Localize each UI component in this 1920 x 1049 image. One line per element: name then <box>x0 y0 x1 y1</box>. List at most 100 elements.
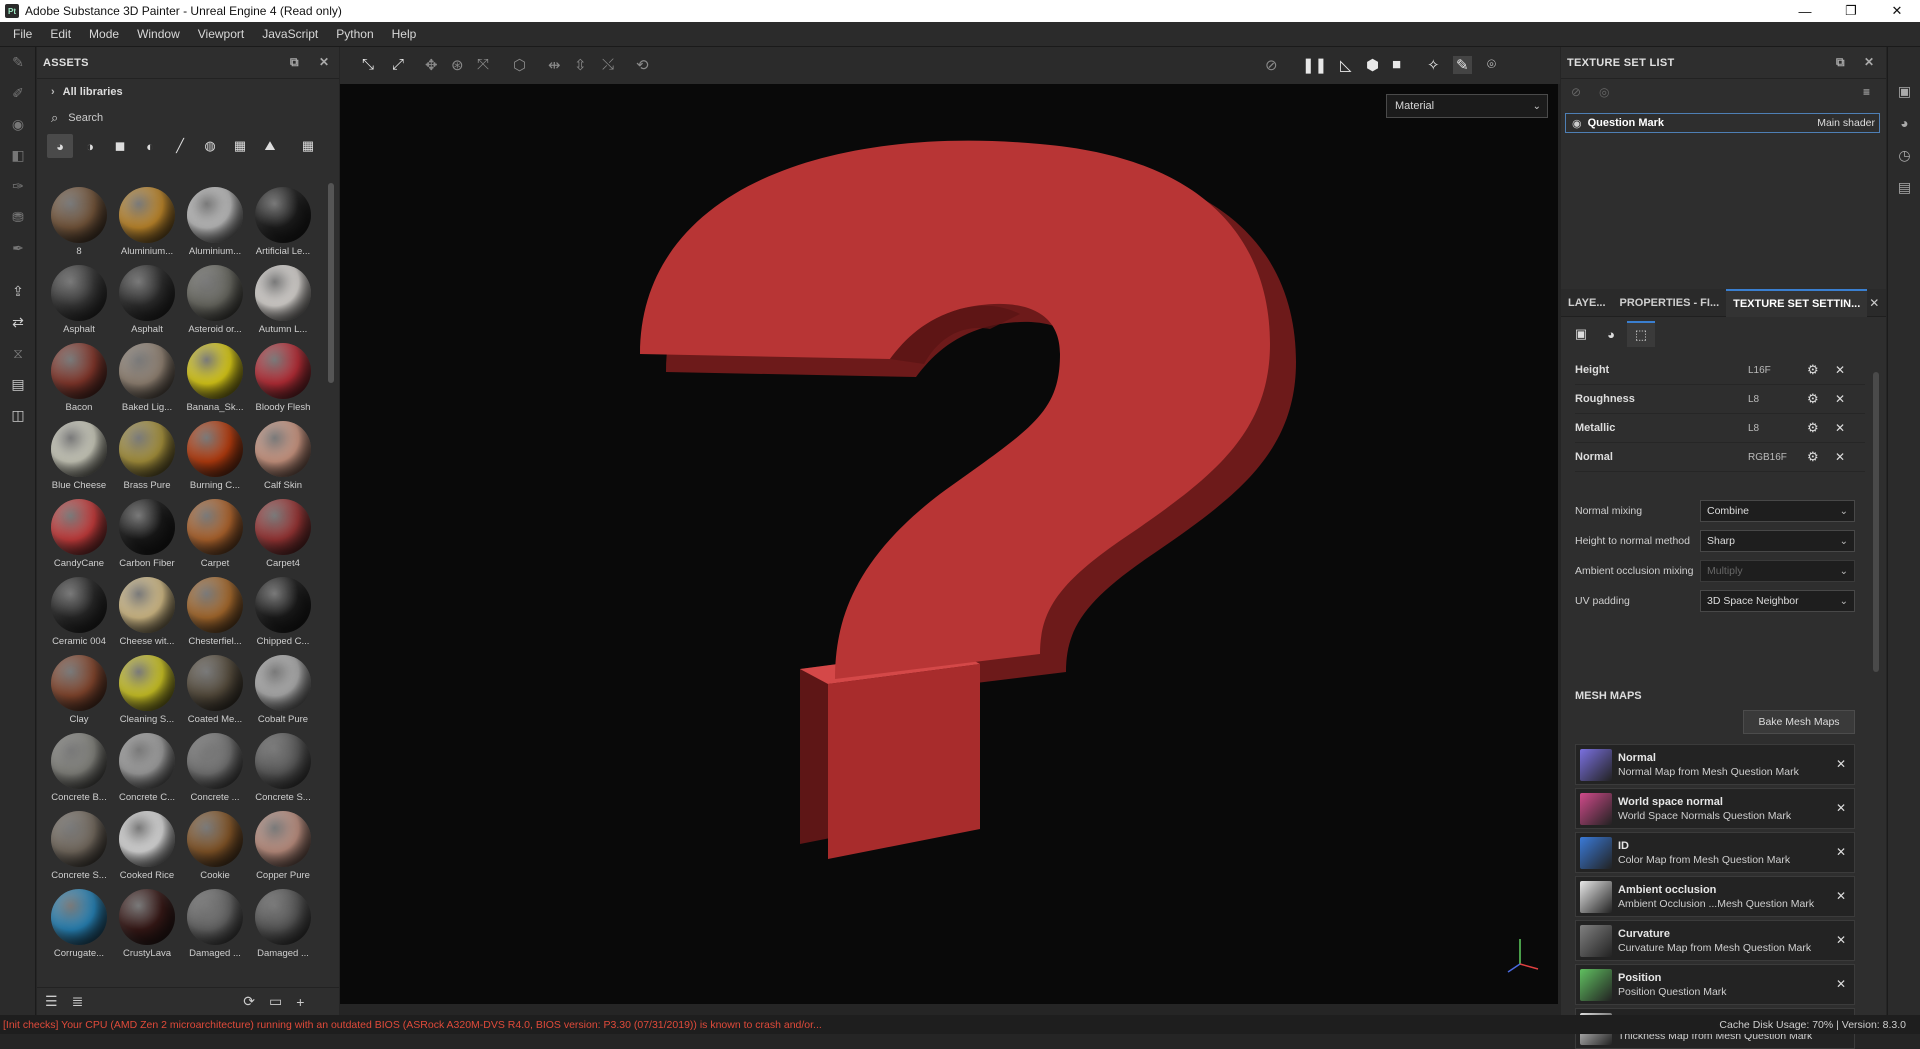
masks-filter-icon[interactable]: ◼ <box>107 134 133 158</box>
display-settings-icon[interactable]: ▣ <box>1888 75 1920 107</box>
bake-icon[interactable]: ⧖ <box>0 338 36 369</box>
close-panel-icon[interactable]: ✕ <box>1864 55 1874 69</box>
close-icon[interactable]: ✕ <box>1836 977 1846 991</box>
gear-icon[interactable]: ⚙ <box>1807 362 1819 378</box>
hide-icon[interactable]: ⊘ <box>1571 85 1581 99</box>
generators-filter-icon[interactable]: ◐ <box>137 134 163 158</box>
particles-filter-icon[interactable]: ◍ <box>197 134 223 158</box>
paint-brush-icon[interactable]: ✎ <box>0 47 36 78</box>
material-icon[interactable]: ◕ <box>1597 321 1625 347</box>
asset-item[interactable]: Cheese wit... <box>113 573 181 651</box>
settings-scrollbar[interactable] <box>1873 372 1879 672</box>
pause-icon[interactable]: ❚❚ <box>1302 56 1327 74</box>
close-tab-icon[interactable]: ✕ <box>1869 296 1879 310</box>
mesh-map-row[interactable]: Ambient occlusion Ambient Occlusion ...Me… <box>1575 876 1855 917</box>
bake-mesh-maps-button[interactable]: Bake Mesh Maps <box>1743 710 1855 734</box>
log-icon[interactable]: ▤ <box>1888 171 1920 203</box>
channel-format[interactable]: L8 <box>1748 423 1759 434</box>
swap-icon[interactable]: ⇄ <box>0 307 36 338</box>
asset-item[interactable]: Chipped C... <box>249 573 317 651</box>
mirror-z-icon[interactable]: ⤯ <box>602 56 614 73</box>
error-message[interactable]: [Init checks] Your CPU (AMD Zen 2 microa… <box>0 1019 822 1031</box>
asset-item[interactable]: Asphalt <box>113 261 181 339</box>
asset-item[interactable]: Corrugate... <box>45 885 113 963</box>
mirror-x-icon[interactable]: ⇹ <box>548 56 561 74</box>
document-icon[interactable]: ▤ <box>0 369 36 400</box>
mesh-map-thumbnail[interactable] <box>1580 748 1612 781</box>
asset-item[interactable]: Cleaning S... <box>113 651 181 729</box>
asset-item[interactable]: CrustyLava <box>113 885 181 963</box>
mesh-map-thumbnail[interactable] <box>1580 836 1612 869</box>
asset-item[interactable]: Asphalt <box>45 261 113 339</box>
mesh-map-row[interactable]: ID Color Map from Mesh Question Mark ✕ <box>1575 832 1855 873</box>
asset-item[interactable]: Calf Skin <box>249 417 317 495</box>
asset-item[interactable]: Artificial Le... <box>249 183 317 261</box>
asset-item[interactable]: Concrete C... <box>113 729 181 807</box>
mesh-map-row[interactable]: Position Position Question Mark ✕ <box>1575 964 1855 1005</box>
mesh-map-thumbnail[interactable] <box>1580 792 1612 825</box>
uv-icon[interactable]: ⬚ <box>1627 321 1655 347</box>
asset-item[interactable]: Coated Me... <box>181 651 249 729</box>
search-input[interactable]: ⌕ Search <box>37 105 339 131</box>
mesh-map-thumbnail[interactable] <box>1580 968 1612 1001</box>
shader-settings-icon[interactable]: ◕ <box>1888 107 1920 139</box>
add-icon[interactable]: + <box>296 994 304 1010</box>
float-panel-icon[interactable]: ⧉ <box>1836 55 1845 70</box>
materials-filter-icon[interactable]: ◕ <box>47 134 73 158</box>
asset-item[interactable]: Asteroid or... <box>181 261 249 339</box>
asset-item[interactable]: 8 <box>45 183 113 261</box>
visibility-icon[interactable]: ◉ <box>1572 117 1582 130</box>
minimize-button[interactable]: — <box>1782 0 1828 22</box>
move-icon[interactable]: ✥ <box>425 56 438 74</box>
channel-row[interactable]: Metallic L8 ⚙ ✕ <box>1575 414 1865 443</box>
asset-item[interactable]: Carbon Fiber <box>113 495 181 573</box>
brushes-filter-icon[interactable]: ╱ <box>167 134 193 158</box>
transform-options-icon[interactable]: ⤢ <box>392 56 404 73</box>
menu-javascript[interactable]: JavaScript <box>253 27 327 41</box>
reset-icon[interactable]: ⟲ <box>636 56 649 74</box>
asset-item[interactable]: Concrete ... <box>181 729 249 807</box>
asset-item[interactable]: Chesterfiel... <box>181 573 249 651</box>
asset-item[interactable]: Ceramic 004 <box>45 573 113 651</box>
tab-properties[interactable]: PROPERTIES - FI... <box>1613 289 1727 317</box>
menu-edit[interactable]: Edit <box>41 27 80 41</box>
channel-format[interactable]: L8 <box>1748 394 1759 405</box>
channel-row[interactable]: Height L16F ⚙ ✕ <box>1575 356 1865 385</box>
asset-item[interactable]: Blue Cheese <box>45 417 113 495</box>
rotate-icon[interactable]: ⊛ <box>451 56 464 74</box>
menu-window[interactable]: Window <box>128 27 189 41</box>
asset-item[interactable]: Bacon <box>45 339 113 417</box>
asset-item[interactable]: Brass Pure <box>113 417 181 495</box>
history-icon[interactable]: ◷ <box>1888 139 1920 171</box>
grid-view-icon[interactable]: ▦ <box>295 134 321 158</box>
channel-row[interactable]: Roughness L8 ⚙ ✕ <box>1575 385 1865 414</box>
asset-item[interactable]: Copper Pure <box>249 807 317 885</box>
asset-item[interactable]: Cookie <box>181 807 249 885</box>
asset-item[interactable]: Burning C... <box>181 417 249 495</box>
eye-icon[interactable]: ◎ <box>1599 85 1609 99</box>
asset-item[interactable]: Cooked Rice <box>113 807 181 885</box>
asset-item[interactable]: Aluminium... <box>181 183 249 261</box>
camera-icon[interactable]: ■ <box>1392 56 1401 73</box>
refresh-icon[interactable]: ⟳ <box>243 993 255 1010</box>
shader-name[interactable]: Main shader <box>1817 117 1875 129</box>
asset-item[interactable]: Carpet <box>181 495 249 573</box>
assets-scrollbar[interactable] <box>328 183 334 383</box>
close-icon[interactable]: ✕ <box>1835 392 1845 406</box>
gear-icon[interactable]: ⚙ <box>1807 420 1819 436</box>
mesh-map-thumbnail[interactable] <box>1580 880 1612 913</box>
close-button[interactable]: ✕ <box>1874 0 1920 22</box>
projection-icon[interactable]: ◉ <box>0 109 36 140</box>
asset-item[interactable]: Damaged ... <box>181 885 249 963</box>
tab-layers[interactable]: LAYE... <box>1561 289 1613 317</box>
library-icon[interactable]: ◫ <box>0 400 36 431</box>
cube-icon[interactable]: ⬡ <box>513 56 526 74</box>
channel-format[interactable]: L16F <box>1748 365 1771 376</box>
uv-padding-select[interactable]: 3D Space Neighbor ⌄ <box>1700 590 1855 612</box>
folder-icon[interactable]: ▭ <box>269 993 282 1010</box>
normal-mixing-select[interactable]: Combine ⌄ <box>1700 500 1855 522</box>
polygon-fill-icon[interactable]: ◧ <box>0 140 36 171</box>
asset-item[interactable]: Carpet4 <box>249 495 317 573</box>
asset-item[interactable]: Baked Lig... <box>113 339 181 417</box>
gear-icon[interactable]: ⚙ <box>1807 449 1819 465</box>
